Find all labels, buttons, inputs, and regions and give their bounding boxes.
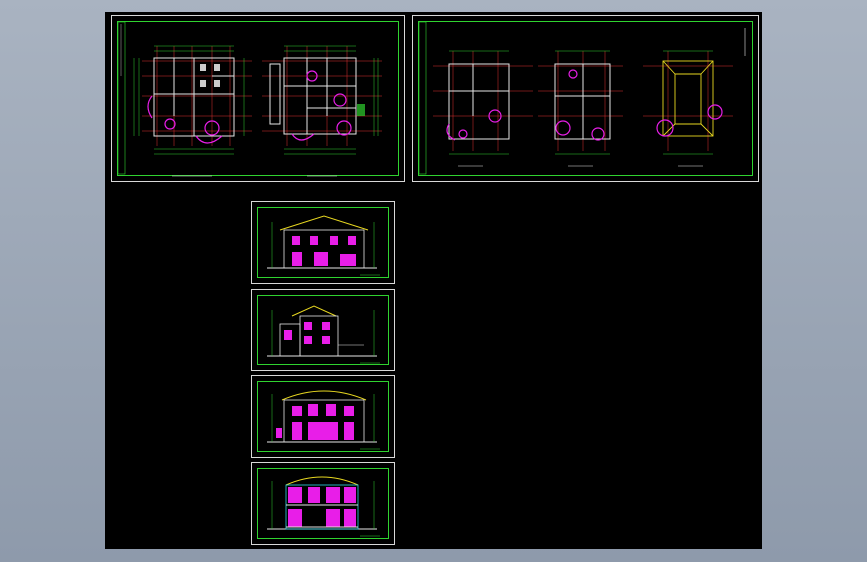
sheet-floor-plans-3-roof[interactable] bbox=[412, 15, 759, 182]
elevation-south-drawing bbox=[267, 215, 380, 276]
cad-model-space[interactable] bbox=[105, 12, 762, 549]
sheet-elevation-south[interactable] bbox=[251, 201, 395, 284]
sheet-elevation-north[interactable] bbox=[251, 375, 395, 458]
sheet-section-1-1[interactable] bbox=[251, 462, 395, 545]
elevation-east-drawing bbox=[267, 305, 380, 364]
floor-plans-drawing bbox=[117, 21, 382, 177]
elevation-north-drawing bbox=[267, 390, 380, 450]
section-drawing bbox=[267, 476, 380, 537]
floor-plans-roof-drawing bbox=[418, 21, 746, 175]
sheet-elevation-east[interactable] bbox=[251, 289, 395, 371]
sheet-floor-plans-1-2[interactable] bbox=[111, 15, 405, 182]
